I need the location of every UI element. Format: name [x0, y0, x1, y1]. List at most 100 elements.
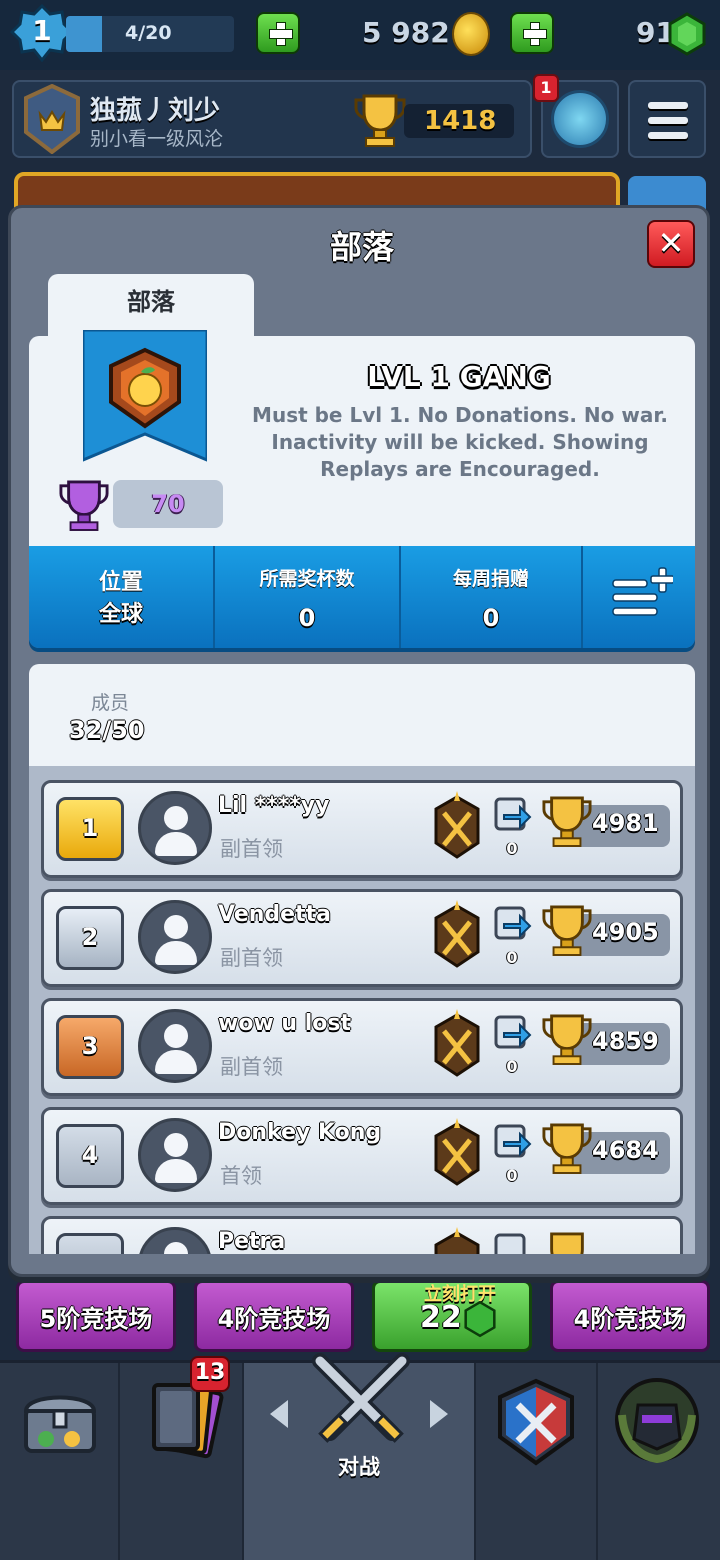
nav-shop[interactable]: [0, 1363, 120, 1560]
war-swords-icon: [434, 1118, 480, 1186]
clan-badge-icon: [83, 330, 207, 462]
trophy-icon: [542, 1123, 592, 1174]
trophy-icon: [542, 1014, 592, 1065]
arena-row: 5阶竞技场 4阶竞技场 4阶竞技场: [0, 1280, 720, 1360]
donation-icon: [494, 797, 532, 831]
member-role: 副首领: [220, 1055, 283, 1079]
close-icon: ✕: [657, 224, 685, 262]
stat-required-trophies: 所需奖杯数 0: [215, 546, 401, 648]
menu-line: [648, 132, 688, 139]
nav-battle[interactable]: 对战: [244, 1353, 476, 1560]
member-name: wow u lost: [218, 1011, 352, 1036]
member-rank: 4: [56, 1124, 124, 1188]
member-rank: 2: [56, 906, 124, 970]
player-trophies: 1418: [404, 104, 514, 138]
war-swords-icon: [434, 1009, 480, 1077]
member-role: 副首领: [220, 837, 283, 861]
member-trophies: 4684: [592, 1136, 659, 1164]
trophy-icon: [542, 905, 592, 956]
gold-amount: 5 982: [362, 16, 450, 49]
stat-required-trophies-label: 所需奖杯数: [259, 568, 355, 590]
member-row[interactable]: 2 Vendetta 副首领 0 4905: [41, 889, 683, 987]
member-trophies: 4859: [592, 1027, 659, 1055]
members-label: 成员: [91, 692, 130, 714]
members-count: 32/50: [69, 716, 145, 744]
donation-icon: [494, 906, 532, 940]
clan-name: LVL 1 GANG: [367, 360, 551, 393]
stat-weekly-donations-value: 0: [482, 604, 500, 632]
member-avatar-icon: [138, 900, 212, 974]
stat-location-value: 全球: [98, 602, 143, 627]
member-avatar-icon: [138, 1227, 212, 1254]
member-avatar-icon: [138, 1009, 212, 1083]
member-role: 副首领: [220, 946, 283, 970]
sort-add-icon[interactable]: [611, 566, 673, 622]
menu-line: [648, 117, 688, 124]
clan-info-card: 70 LVL 1 GANG Must be Lvl 1. No Donation…: [29, 330, 695, 546]
member-trophies: 4981: [592, 809, 659, 837]
arena-chest-left[interactable]: 5阶竞技场: [16, 1280, 176, 1352]
buy-gold-button[interactable]: [256, 12, 300, 54]
clan-score: 70: [113, 480, 223, 528]
member-row[interactable]: 1 Lil ****yy 副首领 0 4981: [41, 780, 683, 878]
member-rank: 1: [56, 797, 124, 861]
battle-label: 对战: [338, 1455, 380, 1479]
stat-required-trophies-value: 0: [298, 604, 316, 632]
member-name: Lil ****yy: [218, 793, 330, 818]
trophy-icon: [550, 1232, 584, 1254]
stat-location-label: 位置: [98, 570, 143, 595]
nav-left-arrow-icon[interactable]: [270, 1400, 288, 1428]
chest-gem-cost: 22: [420, 1300, 462, 1335]
player-profile[interactable]: 独菰丿刘少 别小看一级风沦 1418: [12, 80, 532, 158]
donation-icon: [494, 1124, 532, 1158]
close-button[interactable]: ✕: [647, 220, 695, 268]
nav-clan[interactable]: [476, 1363, 598, 1560]
xp-bar-fill: [66, 16, 102, 52]
player-subtitle: 别小看一级风沦: [90, 128, 224, 150]
member-donations: 0: [506, 948, 518, 967]
trophy-icon: [542, 796, 592, 847]
member-avatar-icon: [138, 1118, 212, 1192]
bottom-nav: 对战: [0, 1353, 720, 1560]
arena-chest-mid[interactable]: 4阶竞技场: [194, 1280, 354, 1352]
battle-swords-icon: [312, 1353, 410, 1443]
member-name: Petra: [218, 1229, 286, 1254]
xp-text: 4/20: [125, 22, 172, 44]
clan-description: Must be Lvl 1. No Donations. No war. Ina…: [252, 403, 668, 481]
war-swords-icon: [434, 791, 480, 859]
stat-location: 位置 全球: [29, 546, 215, 648]
cards-count-badge: 13: [190, 1356, 230, 1392]
arena-chest-right[interactable]: 4阶竞技场: [550, 1280, 710, 1352]
member-row[interactable]: Petra: [41, 1216, 683, 1254]
nav-events[interactable]: [598, 1363, 720, 1560]
shop-chest-icon: [23, 1395, 97, 1453]
war-swords-icon: [434, 1227, 480, 1254]
nav-cards[interactable]: [120, 1363, 244, 1560]
member-name: Donkey Kong: [218, 1120, 382, 1145]
menu-button[interactable]: [628, 80, 706, 158]
member-donations: 0: [506, 839, 518, 858]
stat-weekly-donations-label: 每周捐赠: [452, 568, 529, 590]
gold-coin-icon: [452, 12, 490, 56]
stat-weekly-donations: 每周捐赠 0: [401, 546, 583, 648]
resource-bar: 1 4/20 5 982 91: [0, 0, 720, 70]
required-trophy-icon: [59, 480, 109, 531]
members-header: 成员 32/50: [29, 664, 695, 766]
trophy-icon: [354, 94, 406, 147]
menu-line: [648, 102, 688, 109]
clan-shield-icon: [24, 84, 80, 154]
buy-gems-button[interactable]: [510, 12, 554, 54]
member-rank: [56, 1233, 124, 1254]
member-row[interactable]: 3 wow u lost 副首领 0 4859: [41, 998, 683, 1096]
chest-gem-icon: [464, 1300, 496, 1338]
member-rank: 3: [56, 1015, 124, 1079]
donation-icon: [494, 1015, 532, 1049]
tab-clan[interactable]: 部落: [48, 274, 254, 336]
member-trophies: 4905: [592, 918, 659, 946]
member-row[interactable]: 4 Donkey Kong 首领 0 4684: [41, 1107, 683, 1205]
members-list[interactable]: 1 Lil ****yy 副首领 0 4981 2 Vendetta 副首领 0…: [29, 766, 695, 1254]
nav-right-arrow-icon[interactable]: [430, 1400, 448, 1428]
player-level: 1: [32, 14, 52, 47]
friend-avatar: [551, 90, 609, 148]
player-name: 独菰丿刘少: [90, 96, 221, 126]
